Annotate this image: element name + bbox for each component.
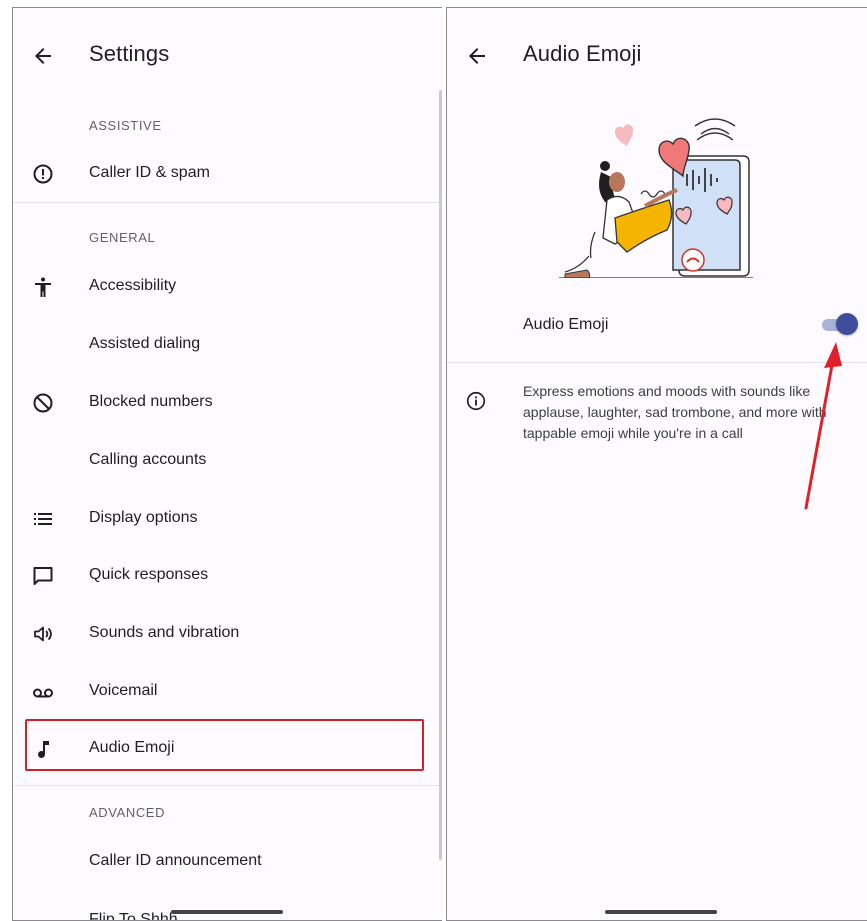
settings-item-assisted-dialing[interactable]: Assisted dialing (13, 320, 442, 370)
settings-item-label: Voicemail (89, 682, 158, 699)
voicemail-icon (33, 688, 53, 698)
settings-item-calling-accounts[interactable]: Calling accounts (13, 436, 442, 486)
settings-app-bar: Settings (13, 8, 442, 104)
caller-id-alert-icon (33, 164, 53, 184)
section-header-assistive: ASSISTIVE (89, 118, 162, 133)
settings-item-label: Calling accounts (89, 451, 207, 468)
highlight-annotation-box (25, 719, 424, 771)
page-title: Settings (89, 41, 170, 66)
settings-item-display-options[interactable]: Display options (13, 494, 442, 544)
audio-emoji-switch[interactable] (822, 313, 858, 335)
chat-bubble-icon (33, 567, 53, 585)
toggle-label: Audio Emoji (523, 316, 609, 333)
settings-item-label: Blocked numbers (89, 393, 213, 410)
section-header-advanced: ADVANCED (89, 805, 166, 820)
settings-item-label: Display options (89, 509, 198, 526)
settings-item-label: Sounds and vibration (89, 624, 240, 641)
audio-emoji-illustration (559, 118, 753, 278)
settings-item-label: Assisted dialing (89, 335, 201, 352)
settings-item-accessibility[interactable]: Accessibility (13, 262, 442, 312)
gesture-nav-handle[interactable] (171, 910, 283, 914)
settings-screen: Settings ASSISTIVE Caller ID & spam GENE… (12, 7, 442, 921)
audio-emoji-app-bar: Audio Emoji (447, 8, 867, 104)
section-divider (13, 785, 442, 786)
settings-item-label: Caller ID announcement (89, 852, 262, 869)
accessibility-icon (35, 277, 51, 297)
settings-item-label: Flip To Shhh (89, 911, 178, 921)
settings-item-caller-id-announcement[interactable]: Caller ID announcement (13, 837, 442, 887)
page-title: Audio Emoji (523, 41, 642, 66)
settings-item-caller-id-spam[interactable]: Caller ID & spam (13, 149, 442, 199)
settings-item-label: Quick responses (89, 566, 209, 583)
settings-item-flip-to-shhh[interactable]: Flip To Shhh (13, 896, 442, 921)
red-annotation-arrow (804, 342, 842, 510)
block-icon (33, 393, 53, 413)
back-arrow-icon[interactable] (465, 44, 489, 68)
volume-icon (34, 626, 52, 642)
settings-item-label: Caller ID & spam (89, 164, 210, 181)
back-arrow-icon[interactable] (31, 44, 55, 68)
settings-item-voicemail[interactable]: Voicemail (13, 667, 442, 717)
switch-thumb (836, 313, 858, 335)
settings-item-quick-responses[interactable]: Quick responses (13, 551, 442, 601)
section-header-general: GENERAL (89, 230, 156, 245)
settings-item-sounds-vibration[interactable]: Sounds and vibration (13, 609, 442, 659)
list-icon (34, 513, 52, 525)
info-icon (466, 391, 486, 411)
scrollbar[interactable] (439, 90, 442, 860)
settings-item-blocked-numbers[interactable]: Blocked numbers (13, 378, 442, 428)
settings-item-label: Accessibility (89, 277, 177, 294)
gesture-nav-handle[interactable] (605, 910, 717, 914)
section-divider (13, 202, 442, 203)
